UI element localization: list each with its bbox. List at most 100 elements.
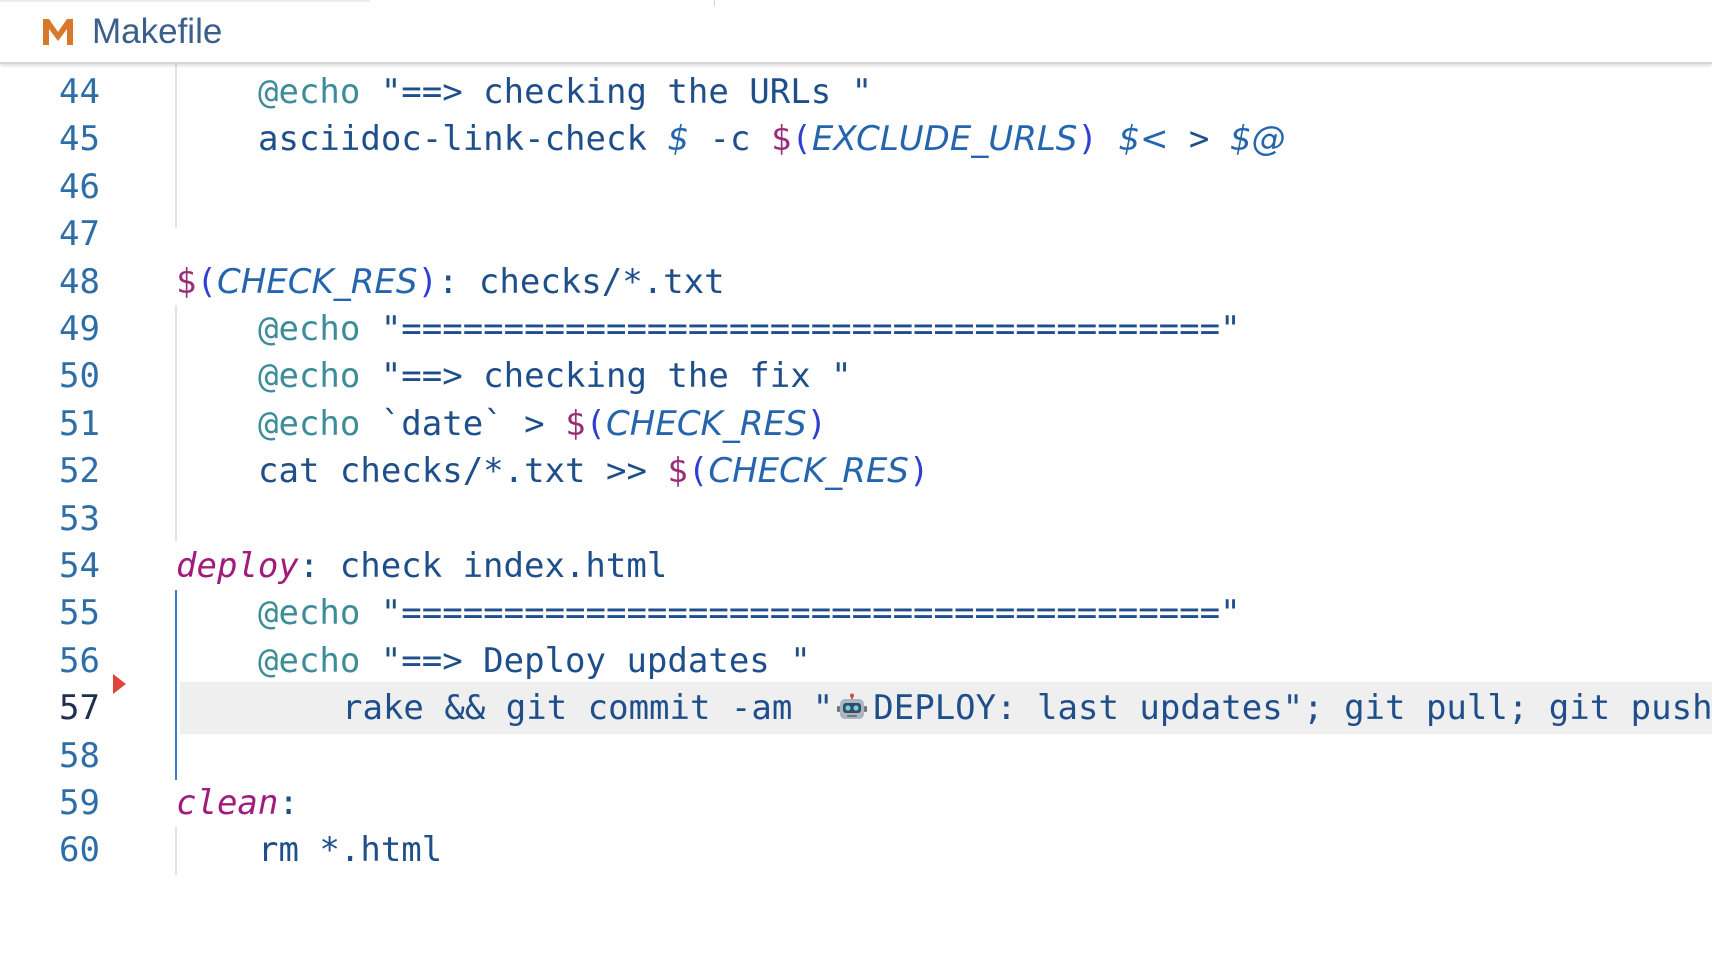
line-number: 60	[59, 830, 100, 871]
code-text: $(CHECK_RES): checks/*.txt	[176, 256, 725, 308]
tab-makefile[interactable]: Makefile	[0, 0, 370, 62]
code-token: )	[417, 261, 438, 302]
code-token: (	[585, 403, 607, 444]
line-number: 53	[59, 498, 100, 539]
line-number: 49	[59, 309, 100, 349]
code-text: @echo "==> Deploy updates "	[176, 635, 811, 687]
line-number: 51	[59, 403, 100, 444]
line-number: 48	[59, 261, 100, 302]
code-token: deploy	[176, 546, 299, 586]
code-line[interactable]: 56 @echo "==> Deploy updates "	[0, 635, 1712, 687]
code-token: rm *.html	[258, 830, 443, 871]
line-number: 57	[59, 688, 100, 729]
code-line[interactable]: 57 rake && git commit -am " DEPLOY: last u…	[59, 682, 1712, 735]
code-token: @echo	[258, 403, 361, 444]
robot-emoji-icon	[837, 686, 868, 720]
code-token: CHECK_RES	[606, 403, 807, 444]
code-line[interactable]: 48 $(CHECK_RES): checks/*.txt	[0, 256, 1712, 308]
code-text: @echo "=================================…	[176, 587, 1241, 639]
tab-divider	[714, 0, 715, 6]
code-token: $	[770, 119, 792, 160]
code-line[interactable]: 50 @echo "==> checking the fix "	[0, 350, 1712, 402]
code-text: rake && git commit -am " DEPLOY: last upd…	[260, 682, 1712, 734]
code-line[interactable]: 53	[0, 493, 1712, 545]
line-number: 47	[59, 214, 100, 255]
line-number: 54	[59, 546, 100, 586]
code-token: @echo	[258, 356, 361, 397]
code-text: rm *.html	[176, 824, 442, 876]
code-text: @echo "==> checking the URLs "	[176, 66, 872, 118]
code-line[interactable]: 44 @echo "==> checking the URLs "	[0, 66, 1712, 118]
code-token: -c	[689, 119, 771, 160]
code-text: clean:	[176, 777, 299, 829]
code-line[interactable]: 54 deploy: check index.html	[0, 540, 1712, 592]
code-token: rake && git commit -am "	[342, 688, 834, 729]
active-indent-guide	[175, 590, 177, 780]
code-token: )	[908, 451, 930, 492]
code-token: :	[278, 783, 299, 823]
code-line[interactable]: 59 clean:	[0, 777, 1712, 829]
code-token: "=======================================…	[360, 593, 1241, 634]
code-token: )	[1077, 119, 1098, 160]
line-number: 58	[59, 735, 100, 776]
code-token: "==> Deploy updates "	[360, 640, 811, 681]
line-number: 45	[59, 119, 100, 160]
code-token: $	[667, 119, 690, 160]
code-line[interactable]: 49 @echo "===============================…	[0, 303, 1712, 355]
code-token: : check index.html	[298, 546, 668, 586]
tab-bar: Makefile	[0, 0, 1712, 64]
code-token: "==> checking the fix "	[360, 356, 852, 397]
line-number: 46	[59, 166, 100, 207]
indent-guide	[175, 305, 177, 541]
code-text: deploy: check index.html	[176, 540, 667, 592]
line-number: 44	[59, 72, 100, 112]
code-token: @echo	[258, 72, 361, 112]
code-token: (	[196, 261, 217, 302]
breakpoint-marker[interactable]	[113, 674, 126, 694]
code-token: "=======================================…	[360, 309, 1241, 349]
code-line[interactable]: 45 asciidoc-link-check $ -c $(EXCLUDE_URL…	[0, 113, 1712, 165]
code-token: EXCLUDE_URLS	[811, 119, 1078, 160]
code-token: "==> checking the URLs "	[360, 72, 873, 112]
code-token: $	[176, 261, 197, 302]
code-token: $	[565, 403, 586, 444]
code-text: @echo "==> checking the fix "	[176, 350, 852, 402]
code-token: >	[1168, 119, 1230, 160]
code-token: CHECK_RES	[708, 451, 909, 492]
tab-title: Makefile	[92, 12, 223, 51]
code-text: @echo "=================================…	[176, 303, 1241, 355]
line-number: 59	[59, 783, 100, 823]
code-line[interactable]: 58	[0, 730, 1712, 782]
code-line[interactable]: 60 rm *.html	[0, 824, 1712, 876]
code-token: $	[667, 451, 688, 492]
code-token: DEPLOY: last updates"; git pull; git pus…	[873, 688, 1712, 729]
code-token: cat checks/*.txt >>	[258, 451, 668, 492]
code-token: @echo	[258, 640, 361, 681]
code-token: clean	[176, 783, 279, 823]
code-line[interactable]: 52 cat checks/*.txt >> $(CHECK_RES)	[0, 445, 1712, 497]
code-token: @echo	[258, 593, 361, 634]
makefile-icon	[40, 14, 76, 50]
code-token: : checks/*.txt	[437, 261, 725, 302]
code-token: (	[687, 451, 709, 492]
line-number: 56	[59, 640, 100, 681]
code-token: @echo	[258, 309, 361, 349]
line-number: 55	[59, 593, 100, 634]
code-text: cat checks/*.txt >> $(CHECK_RES)	[176, 445, 929, 497]
indent-guide	[175, 62, 177, 228]
line-number: 50	[59, 356, 100, 397]
code-token: $@	[1229, 119, 1286, 160]
code-line[interactable]: 47	[0, 208, 1712, 260]
code-token: `date` >	[360, 403, 566, 444]
indent-guide	[175, 827, 177, 875]
line-number: 52	[59, 451, 100, 492]
code-editor[interactable]: 60 rm *.html 59 clean: 58 57 rake && git commi…	[0, 62, 1712, 970]
code-token: CHECK_RES	[216, 261, 418, 302]
code-line[interactable]: 51 @echo `date` > $(CHECK_RES)	[0, 398, 1712, 450]
code-line[interactable]: 55 @echo "===============================…	[0, 587, 1712, 639]
code-text: @echo `date` > $(CHECK_RES)	[176, 398, 827, 450]
code-line[interactable]: 46	[0, 161, 1712, 213]
editor-window: Makefile 60 rm *.html 59 clean: 58 57 rake && …	[0, 0, 1712, 970]
code-text: asciidoc-link-check $ -c $(EXCLUDE_URLS)…	[176, 113, 1286, 165]
